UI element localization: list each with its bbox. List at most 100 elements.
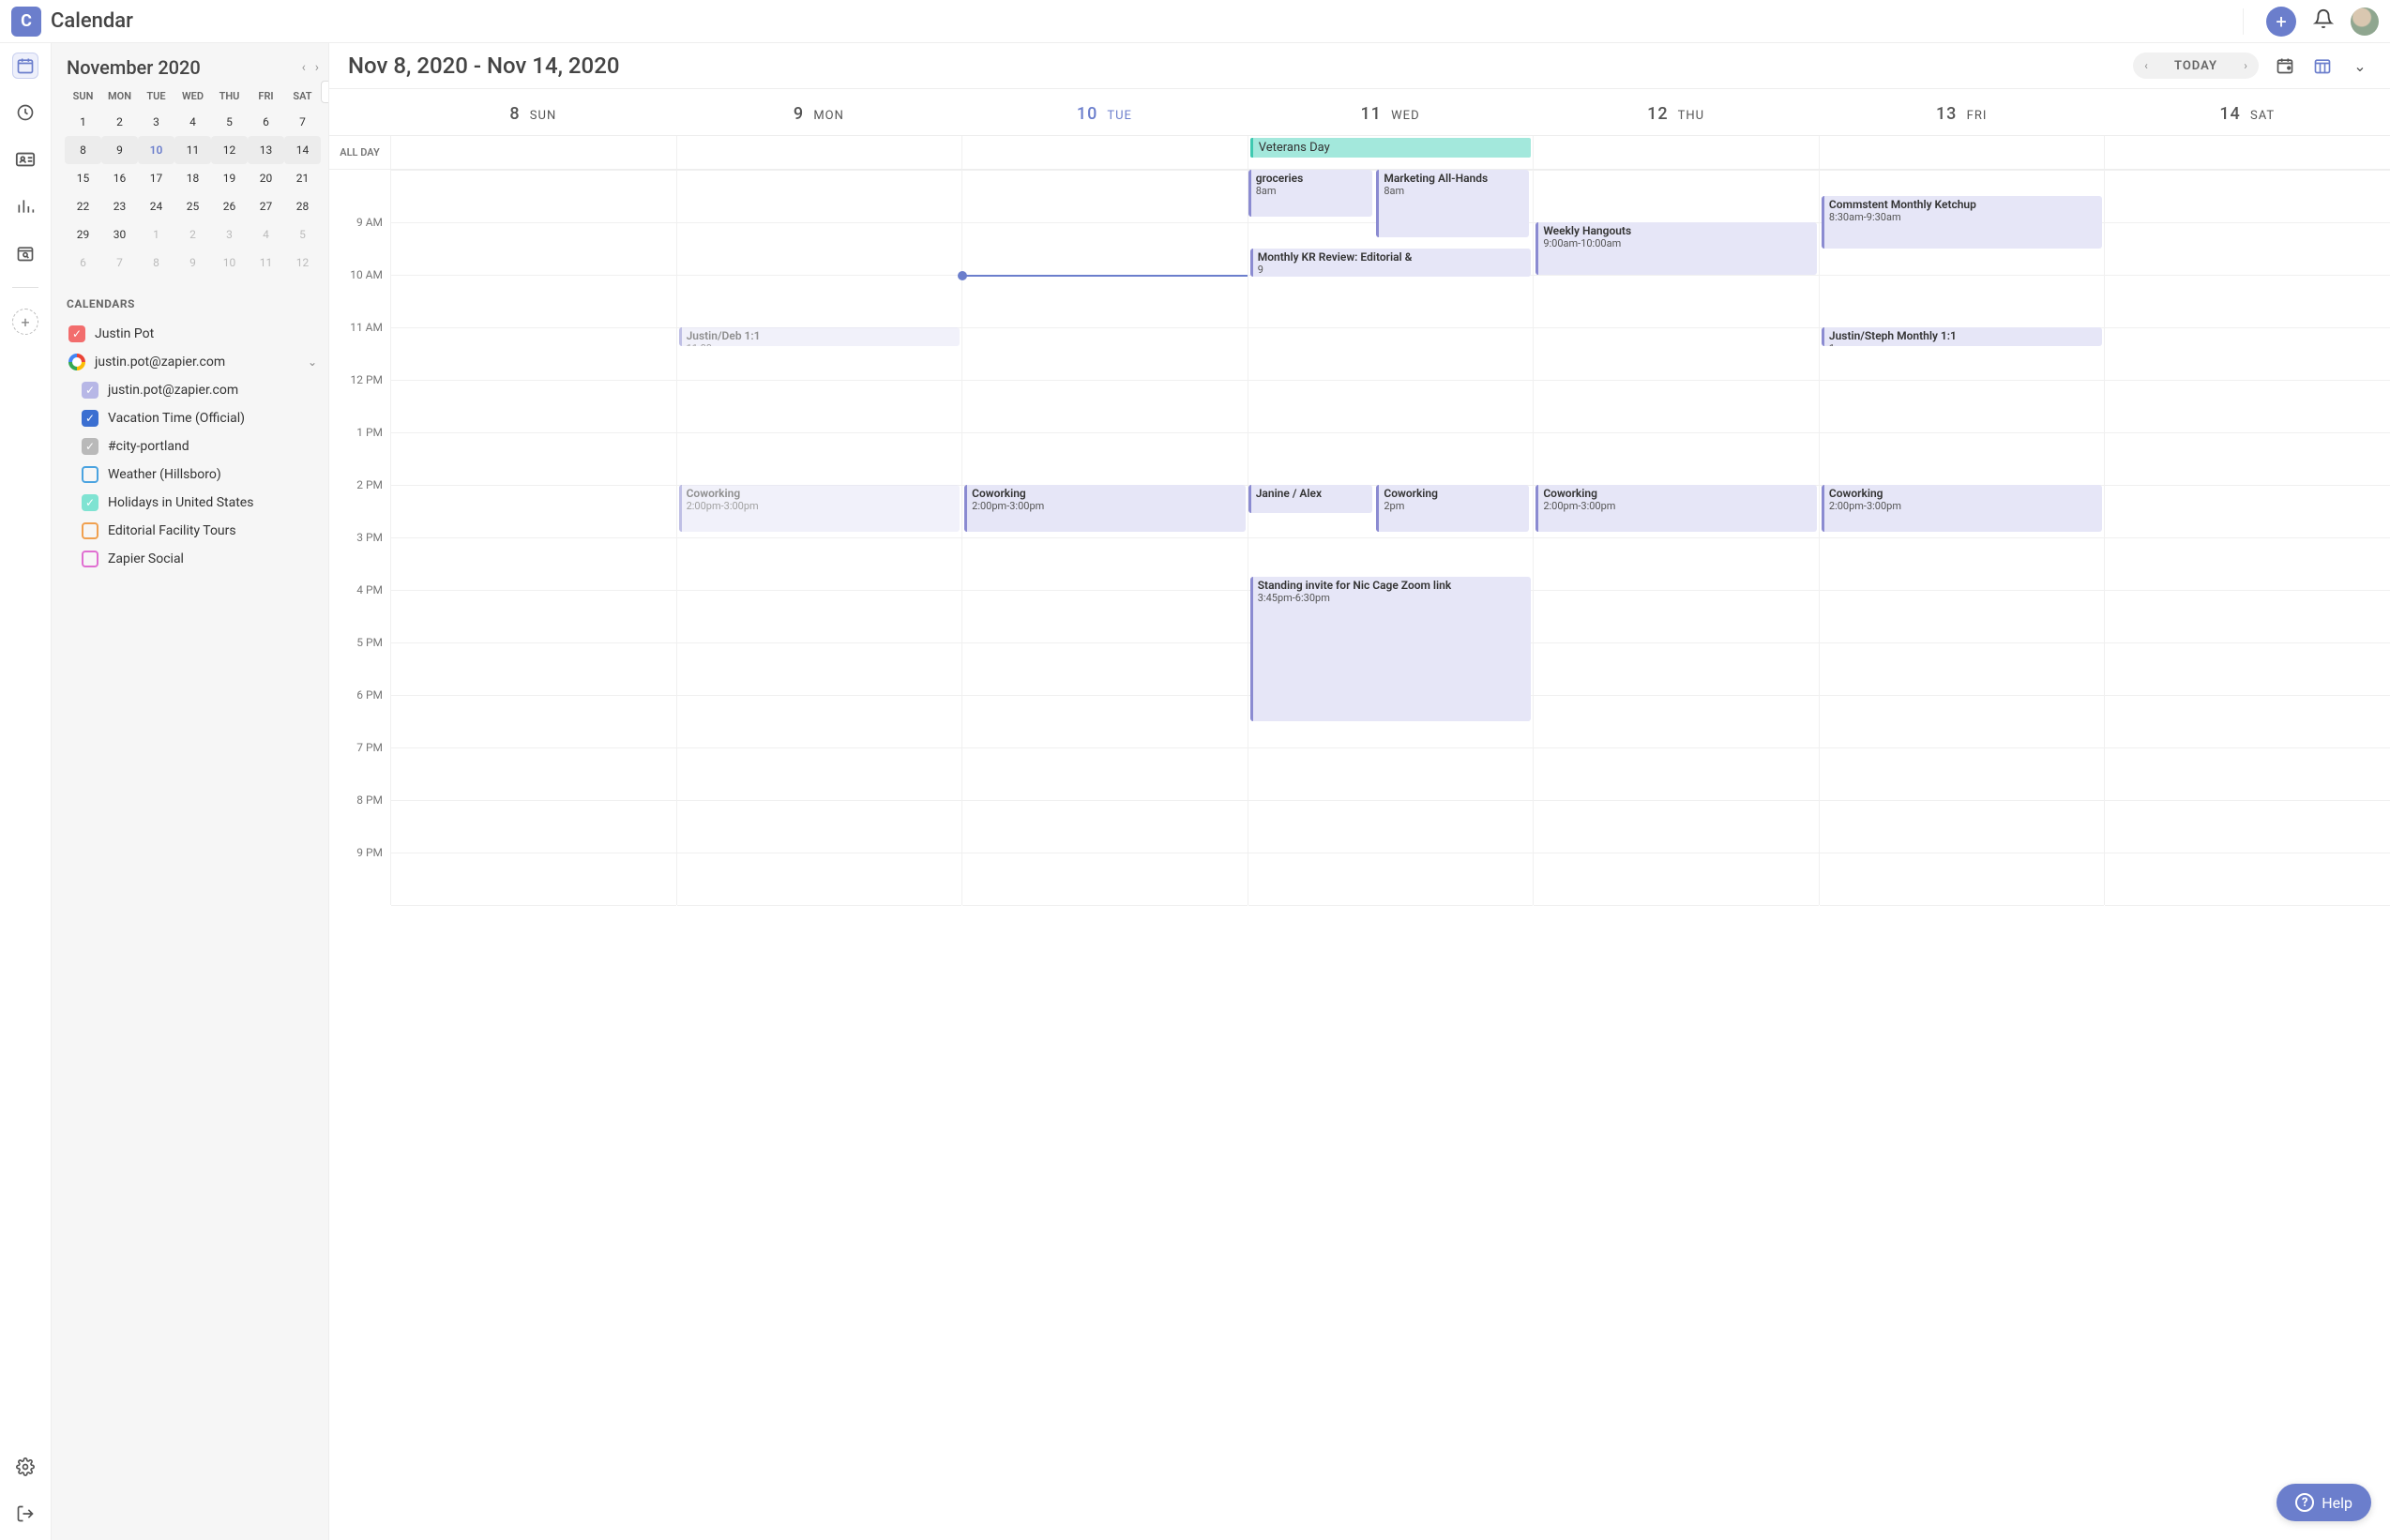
day-header[interactable]: 10 TUE: [961, 89, 1248, 135]
checkbox-icon[interactable]: ✓: [82, 382, 98, 399]
mini-day[interactable]: 11: [174, 136, 211, 164]
allday-cell[interactable]: [390, 136, 676, 169]
mini-day[interactable]: 2: [101, 108, 138, 136]
rail-add-button[interactable]: +: [12, 309, 38, 335]
day-header[interactable]: 13 FRI: [1819, 89, 2105, 135]
mini-day[interactable]: 17: [138, 164, 174, 192]
mini-day[interactable]: 10: [138, 136, 174, 164]
rail-search-calendar-icon[interactable]: [12, 240, 38, 266]
notifications-icon[interactable]: [2313, 8, 2334, 34]
allday-cell[interactable]: [1533, 136, 1819, 169]
app-logo[interactable]: C: [11, 7, 41, 37]
mini-day[interactable]: 12: [211, 136, 248, 164]
day-header[interactable]: 11 WED: [1248, 89, 1534, 135]
allday-cell[interactable]: [2104, 136, 2390, 169]
mini-day[interactable]: 2: [174, 220, 211, 249]
mini-day[interactable]: 19: [211, 164, 248, 192]
calendar-event[interactable]: groceries8am: [1248, 170, 1373, 217]
day-column[interactable]: Weekly Hangouts9:00am-10:00am Coworking2:…: [1533, 170, 1819, 905]
checkbox-icon[interactable]: ✓: [82, 438, 98, 455]
day-column[interactable]: Commstent Monthly Ketchup8:30am-9:30amJu…: [1819, 170, 2105, 905]
mini-day[interactable]: 18: [174, 164, 211, 192]
mini-day[interactable]: 29: [65, 220, 101, 249]
rail-contacts-icon[interactable]: [12, 146, 38, 173]
mini-day[interactable]: 20: [248, 164, 284, 192]
mini-day[interactable]: 23: [101, 192, 138, 220]
mini-day[interactable]: 14: [284, 136, 321, 164]
allday-cell[interactable]: Veterans Day: [1248, 136, 1534, 169]
mini-calendar[interactable]: SUNMONTUEWEDTHUFRISAT1234567891011121314…: [65, 84, 321, 277]
calendar-account-row[interactable]: justin.pot@zapier.com ⌄: [65, 348, 321, 376]
mini-prev-button[interactable]: ‹: [302, 60, 306, 75]
rail-analytics-icon[interactable]: [12, 193, 38, 219]
allday-cell[interactable]: [961, 136, 1248, 169]
calendar-event[interactable]: Coworking2:00pm-3:00pm: [964, 485, 1246, 532]
calendar-event[interactable]: Coworking2:00pm-3:00pm: [1535, 485, 1817, 532]
calendar-event[interactable]: Monthly KR Review: Editorial &9: [1250, 249, 1532, 277]
mini-day[interactable]: 22: [65, 192, 101, 220]
mini-day[interactable]: 11: [248, 249, 284, 277]
calendar-item[interactable]: Editorial Facility Tours: [65, 517, 321, 545]
mini-day[interactable]: 9: [101, 136, 138, 164]
mini-day[interactable]: 28: [284, 192, 321, 220]
calendar-event[interactable]: Justin/Steph Monthly 1:11: [1822, 327, 2103, 346]
mini-day[interactable]: 4: [174, 108, 211, 136]
calendar-item[interactable]: ✓justin.pot@zapier.com: [65, 376, 321, 404]
checkbox-icon[interactable]: ✓: [68, 325, 85, 342]
mini-day[interactable]: 8: [65, 136, 101, 164]
view-week-icon[interactable]: [2311, 54, 2334, 77]
allday-cell[interactable]: [676, 136, 962, 169]
view-month-icon[interactable]: [2274, 54, 2296, 77]
calendar-item[interactable]: Zapier Social: [65, 545, 321, 573]
calendar-item[interactable]: ✓Vacation Time (Official): [65, 404, 321, 432]
day-column[interactable]: groceries8amMarketing All-Hands8amMonthl…: [1248, 170, 1534, 905]
help-button[interactable]: ? Help: [2277, 1484, 2371, 1521]
mini-day[interactable]: 12: [284, 249, 321, 277]
mini-day[interactable]: 9: [174, 249, 211, 277]
mini-day[interactable]: 1: [138, 220, 174, 249]
calendar-event[interactable]: Justin/Deb 1:111:00a: [679, 327, 961, 346]
mini-day[interactable]: 7: [284, 108, 321, 136]
day-column[interactable]: Coworking2:00pm-3:00pm: [961, 170, 1248, 905]
mini-day[interactable]: 21: [284, 164, 321, 192]
mini-day[interactable]: 24: [138, 192, 174, 220]
mini-day[interactable]: 27: [248, 192, 284, 220]
mini-day[interactable]: 10: [211, 249, 248, 277]
day-column[interactable]: [2104, 170, 2390, 905]
settings-icon[interactable]: [12, 1454, 38, 1480]
allday-event[interactable]: Veterans Day: [1250, 138, 1532, 158]
day-column[interactable]: [390, 170, 676, 905]
calendar-item[interactable]: ✓#city-portland: [65, 432, 321, 460]
mini-day[interactable]: 7: [101, 249, 138, 277]
checkbox-icon[interactable]: [82, 522, 98, 539]
today-button[interactable]: TODAY: [2159, 59, 2232, 73]
rail-clock-icon[interactable]: [12, 99, 38, 126]
calendar-event[interactable]: Weekly Hangouts9:00am-10:00am: [1535, 222, 1817, 275]
calendar-event[interactable]: Janine / Alex: [1248, 485, 1373, 513]
prev-week-button[interactable]: ‹: [2133, 53, 2159, 79]
create-button[interactable]: +: [2266, 7, 2296, 37]
mini-day[interactable]: 3: [211, 220, 248, 249]
collapse-sidebar-button[interactable]: ‹: [321, 81, 329, 103]
mini-day[interactable]: 3: [138, 108, 174, 136]
calendar-item[interactable]: Weather (Hillsboro): [65, 460, 321, 489]
view-dropdown-icon[interactable]: ⌄: [2349, 54, 2371, 77]
day-header[interactable]: 14 SAT: [2104, 89, 2390, 135]
logout-icon[interactable]: [12, 1501, 38, 1527]
mini-day[interactable]: 13: [248, 136, 284, 164]
mini-day[interactable]: 1: [65, 108, 101, 136]
checkbox-icon[interactable]: [82, 466, 98, 483]
mini-day[interactable]: 25: [174, 192, 211, 220]
mini-day[interactable]: 8: [138, 249, 174, 277]
mini-day[interactable]: 15: [65, 164, 101, 192]
day-header[interactable]: 9 MON: [676, 89, 962, 135]
mini-day[interactable]: 26: [211, 192, 248, 220]
mini-day[interactable]: 4: [248, 220, 284, 249]
mini-day[interactable]: 6: [65, 249, 101, 277]
day-column[interactable]: Justin/Deb 1:111:00aCoworking2:00pm-3:00…: [676, 170, 962, 905]
day-header[interactable]: 8 SUN: [390, 89, 676, 135]
calendar-event[interactable]: Coworking2:00pm-3:00pm: [1822, 485, 2103, 532]
checkbox-icon[interactable]: [82, 551, 98, 567]
mini-day[interactable]: 5: [211, 108, 248, 136]
calendar-item[interactable]: ✓Holidays in United States: [65, 489, 321, 517]
